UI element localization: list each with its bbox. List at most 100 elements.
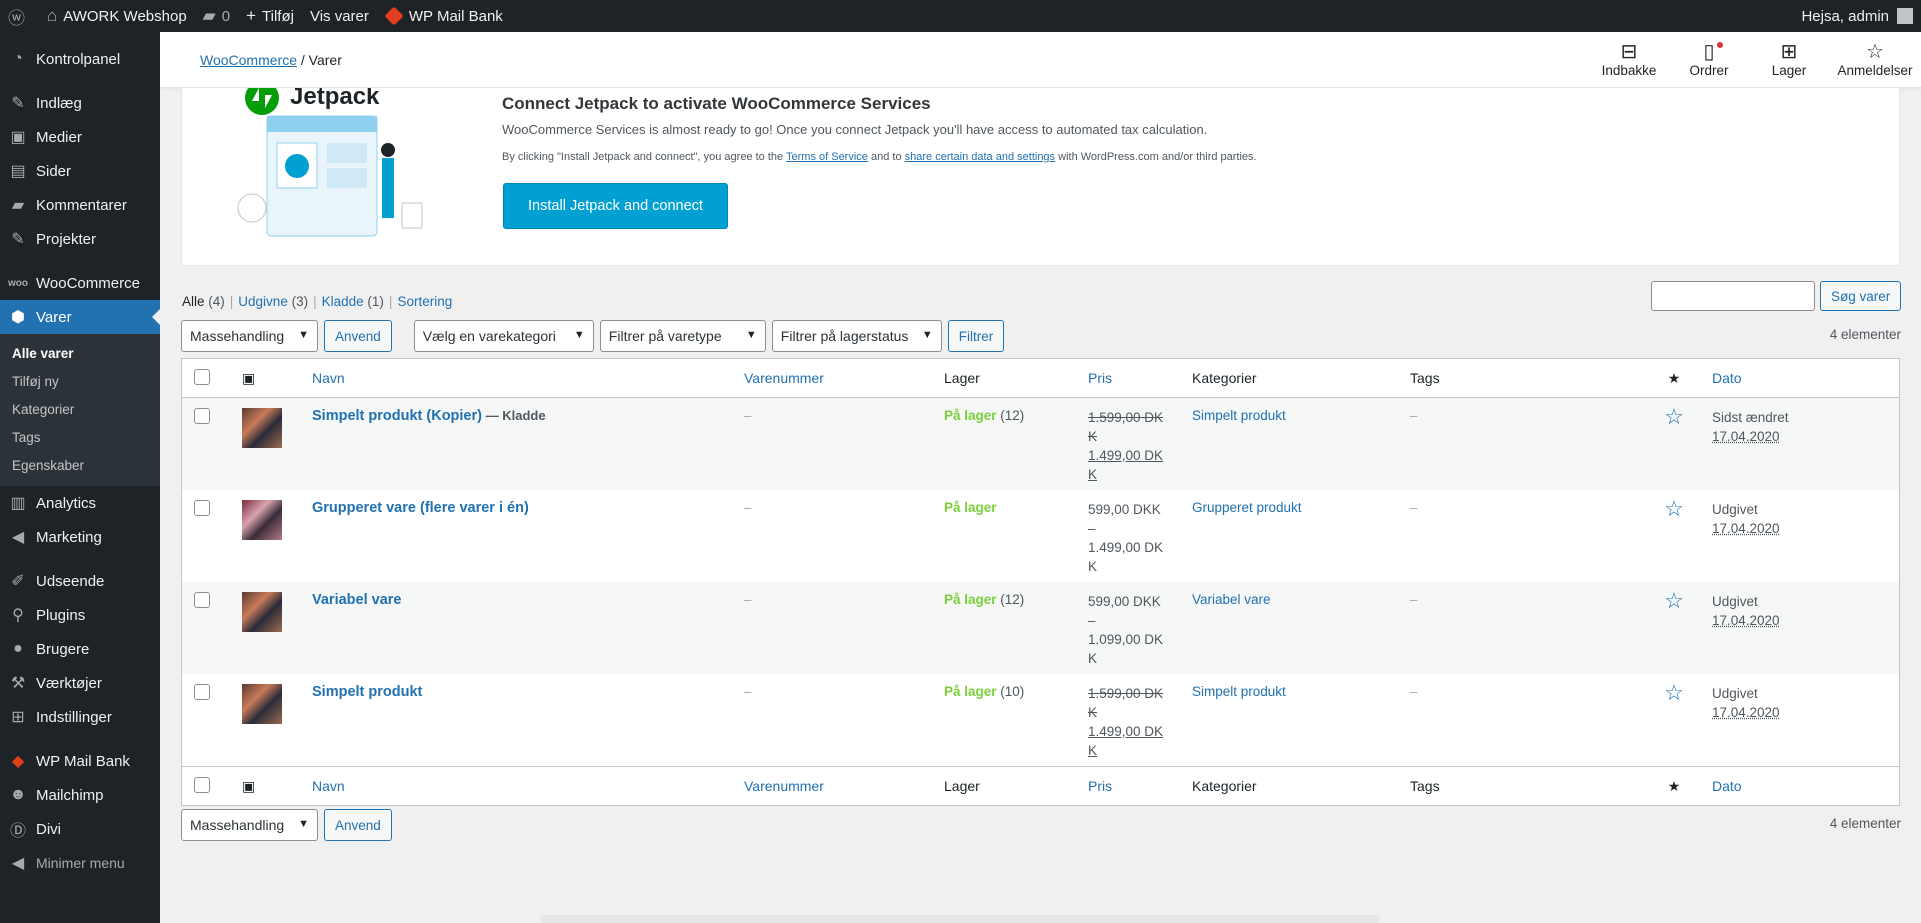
- column-name[interactable]: Navn: [312, 370, 345, 386]
- product-name-link[interactable]: Grupperet vare (flere varer i én): [312, 500, 529, 516]
- view-published[interactable]: Udgivne (3): [238, 294, 308, 309]
- table-row: Simpelt produkt (Kopier) — Kladde – På l…: [182, 398, 1899, 490]
- sidebar-item-users[interactable]: ● Brugere: [0, 632, 160, 666]
- category-link[interactable]: Grupperet produkt: [1192, 500, 1302, 515]
- stock-status-filter-select[interactable]: Filtrer på lagerstatus ▼: [771, 320, 942, 352]
- product-thumbnail[interactable]: [242, 408, 282, 448]
- sidebar-item-label: WooCommerce: [36, 274, 140, 292]
- sidebar-item-label: Divi: [36, 820, 61, 838]
- share-data-link[interactable]: share certain data and settings: [905, 151, 1055, 163]
- column-name[interactable]: Navn: [312, 778, 345, 794]
- product-thumbnail[interactable]: [242, 500, 282, 540]
- column-sku[interactable]: Varenummer: [744, 370, 824, 386]
- wordpress-logo[interactable]: ⓦ: [0, 0, 39, 32]
- sidebar-item-marketing[interactable]: ◀ Marketing: [0, 520, 160, 554]
- sidebar-item-analytics[interactable]: ▥ Analytics: [0, 486, 160, 520]
- select-all-checkbox[interactable]: [194, 368, 210, 385]
- view-label: Udgivne: [238, 294, 288, 309]
- comments-link[interactable]: ▰ 0: [195, 0, 238, 32]
- products-table: ▣ Navn Varenummer Lager Pris Kategorier …: [181, 358, 1900, 806]
- submenu-all-products[interactable]: Alle varer: [0, 340, 160, 368]
- product-name-link[interactable]: Simpelt produkt: [312, 684, 422, 700]
- product-type-filter-select[interactable]: Filtrer på varetype ▼: [599, 320, 766, 352]
- mail-bank-link[interactable]: WP Mail Bank: [377, 0, 511, 32]
- row-checkbox[interactable]: [194, 592, 210, 608]
- view-sorting[interactable]: Sortering: [397, 294, 452, 309]
- filter-button[interactable]: Filtrer: [947, 320, 1005, 352]
- sidebar-item-pages[interactable]: ▤ Sider: [0, 154, 160, 188]
- category-link[interactable]: Simpelt produkt: [1192, 684, 1286, 699]
- column-price[interactable]: Pris: [1088, 370, 1112, 386]
- column-date[interactable]: Dato: [1712, 778, 1742, 794]
- submenu-attributes[interactable]: Egenskaber: [0, 452, 160, 480]
- apply-button[interactable]: Anvend: [324, 809, 392, 841]
- category-link[interactable]: Simpelt produkt: [1192, 408, 1286, 423]
- sidebar-item-plugins[interactable]: ⚲ Plugins: [0, 598, 160, 632]
- sku-value: –: [744, 500, 752, 515]
- stock-count: (10): [996, 684, 1025, 699]
- collapse-menu-button[interactable]: ◀ Minimer menu: [0, 846, 160, 880]
- product-thumbnail[interactable]: [242, 684, 282, 724]
- collapse-icon: ◀: [11, 855, 25, 872]
- stock-status: På lager: [944, 684, 997, 699]
- sidebar-item-media[interactable]: ▣ Medier: [0, 120, 160, 154]
- product-name-link[interactable]: Variabel vare: [312, 592, 402, 608]
- view-all[interactable]: Alle (4): [182, 294, 225, 309]
- select-value: Vælg en varekategori: [422, 328, 556, 344]
- sidebar-item-comments[interactable]: ▰ Kommentarer: [0, 188, 160, 222]
- view-products-link[interactable]: Vis varer: [302, 0, 377, 32]
- apply-button[interactable]: Anvend: [324, 320, 392, 352]
- account-menu[interactable]: Hejsa, admin: [1793, 0, 1921, 32]
- activity-inbox[interactable]: ⊟ Indbakke: [1589, 32, 1669, 88]
- sidebar-item-label: Varer: [36, 308, 72, 326]
- column-sku[interactable]: Varenummer: [744, 778, 824, 794]
- submenu-tags[interactable]: Tags: [0, 424, 160, 452]
- product-name-link[interactable]: Simpelt produkt (Kopier): [312, 408, 482, 424]
- activity-reviews[interactable]: ☆ Anmeldelser: [1829, 32, 1921, 88]
- media-icon: ▣: [10, 129, 26, 146]
- search-products-button[interactable]: Søg varer: [1820, 281, 1902, 311]
- sidebar-item-appearance[interactable]: ✐ Udseende: [0, 564, 160, 598]
- breadcrumb-woocommerce-link[interactable]: WooCommerce: [200, 52, 297, 68]
- terms-of-service-link[interactable]: Terms of Service: [786, 151, 868, 163]
- featured-star-icon[interactable]: ☆: [1664, 588, 1684, 613]
- sidebar-item-products[interactable]: ⬢ Varer: [0, 300, 160, 334]
- select-all-checkbox[interactable]: [194, 776, 210, 793]
- sidebar-item-posts[interactable]: ✎ Indlæg: [0, 86, 160, 120]
- activity-stock[interactable]: ⊞ Lager: [1749, 32, 1829, 88]
- sidebar-item-woocommerce[interactable]: woo WooCommerce: [0, 266, 160, 300]
- featured-star-icon[interactable]: ☆: [1664, 680, 1684, 705]
- sidebar-item-divi[interactable]: Ⓓ Divi: [0, 812, 160, 846]
- search-input[interactable]: [1651, 281, 1815, 311]
- site-name-link[interactable]: ⌂ AWORK Webshop: [39, 0, 195, 32]
- featured-star-icon[interactable]: ☆: [1664, 404, 1684, 429]
- submenu-add-new[interactable]: Tilføj ny: [0, 368, 160, 396]
- category-link[interactable]: Variabel vare: [1192, 592, 1271, 607]
- submenu-categories[interactable]: Kategorier: [0, 396, 160, 424]
- featured-star-icon[interactable]: ☆: [1664, 496, 1684, 521]
- chevron-down-icon: ▼: [298, 818, 309, 830]
- install-jetpack-button[interactable]: Install Jetpack and connect: [503, 183, 728, 229]
- activity-orders[interactable]: ▯ Ordrer: [1669, 32, 1749, 88]
- sidebar-item-mail-bank[interactable]: ◆ WP Mail Bank: [0, 744, 160, 778]
- price-line: –: [1088, 521, 1096, 536]
- row-checkbox[interactable]: [194, 500, 210, 516]
- category-filter-select[interactable]: Vælg en varekategori ▼: [413, 320, 594, 352]
- sidebar-item-tools[interactable]: ⚒ Værktøjer: [0, 666, 160, 700]
- product-thumbnail[interactable]: [242, 592, 282, 632]
- view-draft[interactable]: Kladde (1): [322, 294, 384, 309]
- column-date[interactable]: Dato: [1712, 370, 1742, 386]
- sidebar-item-mailchimp[interactable]: ☻ Mailchimp: [0, 778, 160, 812]
- tags-value: –: [1410, 408, 1418, 423]
- column-price[interactable]: Pris: [1088, 778, 1112, 794]
- activity-label: Ordrer: [1689, 63, 1729, 78]
- bar-chart-icon: ▥: [10, 495, 26, 512]
- sidebar-item-settings[interactable]: ⊞ Indstillinger: [0, 700, 160, 734]
- sidebar-item-dashboard[interactable]: ◔ Kontrolpanel: [0, 42, 160, 76]
- row-checkbox[interactable]: [194, 684, 210, 700]
- bulk-actions-select[interactable]: Massehandling ▼: [181, 809, 318, 841]
- sidebar-item-projects[interactable]: ✎ Projekter: [0, 222, 160, 256]
- row-checkbox[interactable]: [194, 408, 210, 424]
- bulk-actions-select[interactable]: Massehandling ▼: [181, 320, 318, 352]
- add-new-link[interactable]: + Tilføj: [238, 0, 302, 32]
